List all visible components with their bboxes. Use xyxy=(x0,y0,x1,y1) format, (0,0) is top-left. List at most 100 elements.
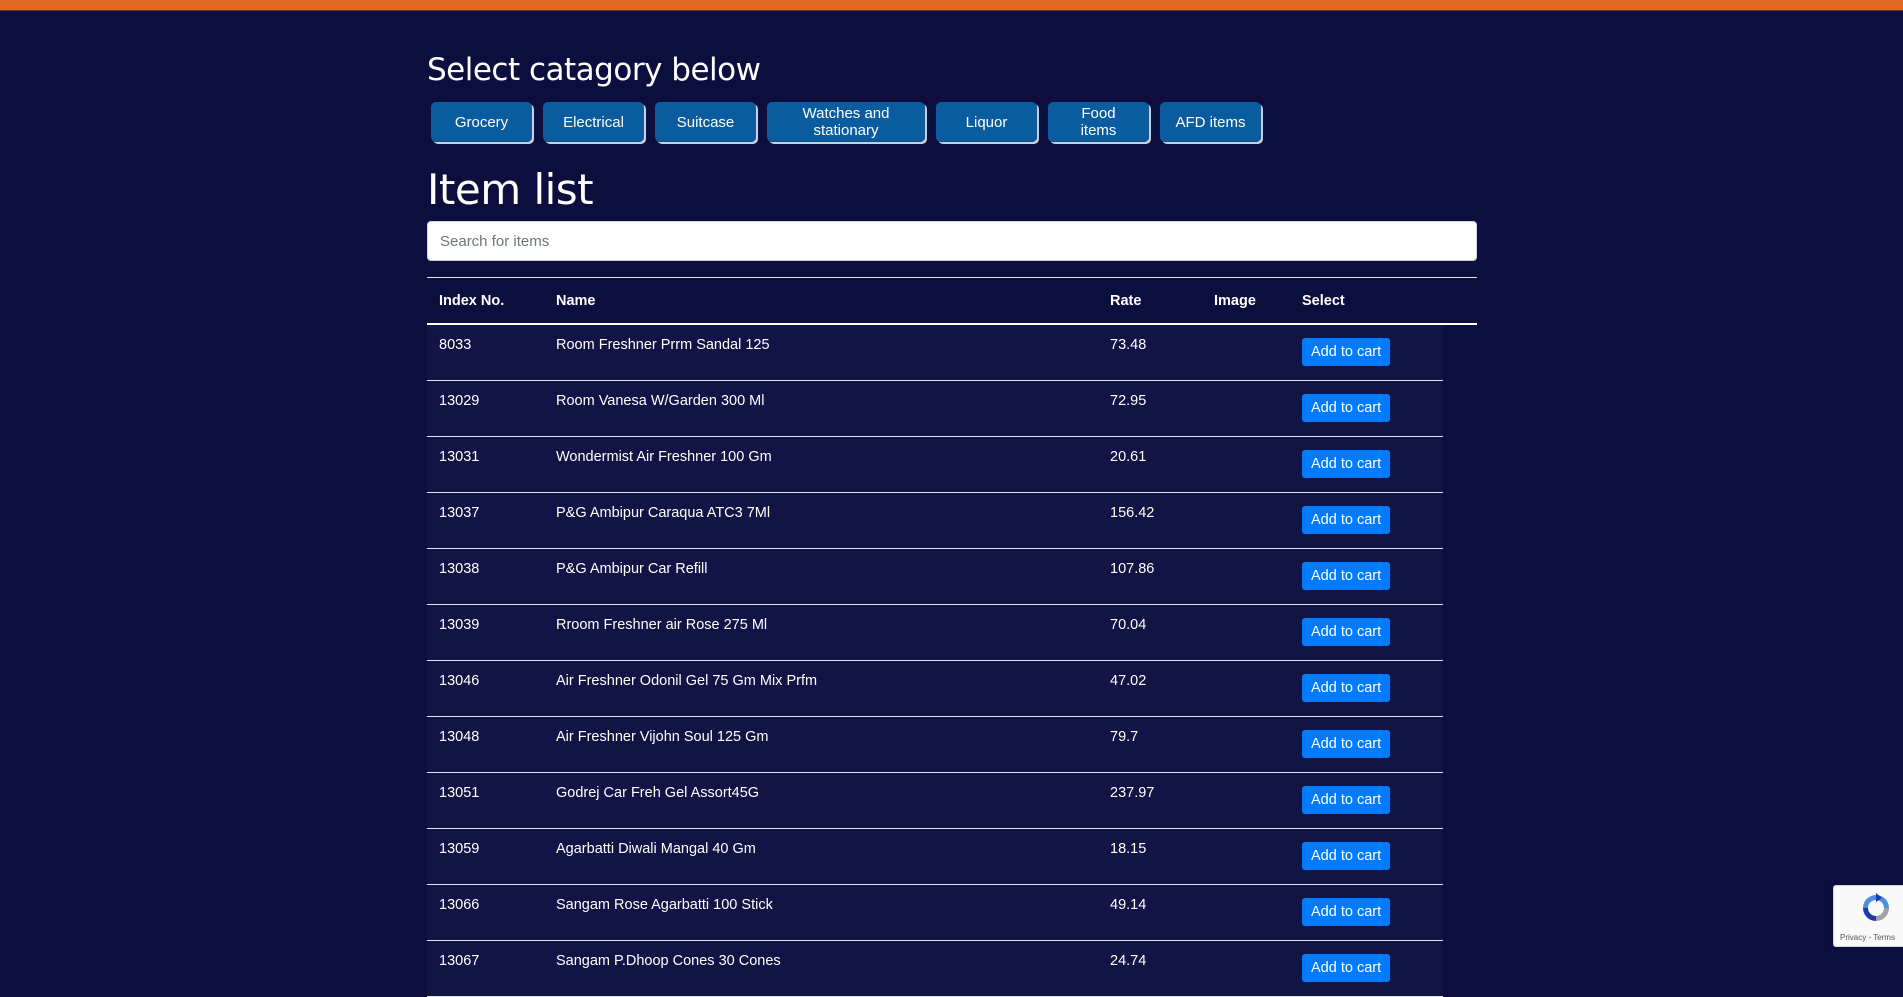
category-button-suitcase[interactable]: Suitcase xyxy=(655,102,756,142)
cell-select: Add to cart xyxy=(1290,548,1443,605)
recaptcha-privacy-terms[interactable]: Privacy - Terms xyxy=(1840,933,1895,942)
cell-spacer xyxy=(1443,940,1477,996)
cell-select: Add to cart xyxy=(1290,492,1443,549)
cell-rate: 20.61 xyxy=(1098,436,1202,493)
cell-image xyxy=(1202,828,1290,885)
category-button-food-items[interactable]: Food items xyxy=(1048,102,1149,142)
cell-rate: 47.02 xyxy=(1098,660,1202,717)
cell-name: P&G Ambipur Caraqua ATC3 7Ml xyxy=(544,492,1098,549)
cell-name: Rroom Freshner air Rose 275 Ml xyxy=(544,604,1098,661)
add-to-cart-button[interactable]: Add to cart xyxy=(1302,953,1391,982)
add-to-cart-button[interactable]: Add to cart xyxy=(1302,561,1391,590)
add-to-cart-button[interactable]: Add to cart xyxy=(1302,841,1391,870)
cell-spacer xyxy=(1443,380,1477,436)
add-to-cart-button[interactable]: Add to cart xyxy=(1302,393,1391,422)
cell-select: Add to cart xyxy=(1290,604,1443,661)
column-header-rate: Rate xyxy=(1098,277,1202,325)
add-to-cart-button[interactable]: Add to cart xyxy=(1302,673,1391,702)
cell-rate: 73.48 xyxy=(1098,324,1202,381)
table-row: 13066 Sangam Rose Agarbatti 100 Stick 49… xyxy=(427,884,1477,941)
item-table: Index No. Name Rate Image Select 8033 Ro… xyxy=(427,277,1477,997)
cell-index: 13038 xyxy=(427,548,544,605)
category-section-title: Select catagory below xyxy=(427,52,761,88)
category-button-row: Grocery Electrical Suitcase Watches and … xyxy=(431,102,1272,142)
cell-name: Room Vanesa W/Garden 300 Ml xyxy=(544,380,1098,437)
cell-index: 13039 xyxy=(427,604,544,661)
cell-rate: 70.04 xyxy=(1098,604,1202,661)
add-to-cart-button[interactable]: Add to cart xyxy=(1302,449,1391,478)
cell-index: 13059 xyxy=(427,828,544,885)
search-input[interactable] xyxy=(427,221,1477,261)
cell-index: 13031 xyxy=(427,436,544,493)
cell-spacer xyxy=(1443,492,1477,548)
table-row: 8033 Room Freshner Prrm Sandal 125 73.48… xyxy=(427,324,1477,381)
cell-name: Room Freshner Prrm Sandal 125 xyxy=(544,324,1098,381)
cell-select: Add to cart xyxy=(1290,884,1443,941)
table-row: 13067 Sangam P.Dhoop Cones 30 Cones 24.7… xyxy=(427,940,1477,997)
recaptcha-icon xyxy=(1863,893,1889,921)
cell-spacer xyxy=(1443,604,1477,660)
cell-image xyxy=(1202,436,1290,493)
cell-rate: 237.97 xyxy=(1098,772,1202,829)
cell-index: 13066 xyxy=(427,884,544,941)
item-table-wrapper: Index No. Name Rate Image Select 8033 Ro… xyxy=(427,277,1477,997)
cell-spacer xyxy=(1443,436,1477,492)
cell-rate: 24.74 xyxy=(1098,940,1202,997)
column-header-select: Select xyxy=(1290,277,1443,325)
cell-spacer xyxy=(1443,884,1477,940)
cell-name: Sangam P.Dhoop Cones 30 Cones xyxy=(544,940,1098,997)
recaptcha-badge[interactable]: Privacy - Terms xyxy=(1833,885,1903,947)
cell-name: Wondermist Air Freshner 100 Gm xyxy=(544,436,1098,493)
cell-image xyxy=(1202,324,1290,381)
add-to-cart-button[interactable]: Add to cart xyxy=(1302,897,1391,926)
cell-rate: 107.86 xyxy=(1098,548,1202,605)
cell-spacer xyxy=(1443,828,1477,884)
cell-spacer xyxy=(1443,772,1477,828)
category-button-liquor[interactable]: Liquor xyxy=(936,102,1037,142)
cell-index: 13067 xyxy=(427,940,544,997)
cell-image xyxy=(1202,660,1290,717)
cell-name: Air Freshner Odonil Gel 75 Gm Mix Prfm xyxy=(544,660,1098,717)
table-row: 13048 Air Freshner Vijohn Soul 125 Gm 79… xyxy=(427,716,1477,773)
cell-image xyxy=(1202,772,1290,829)
add-to-cart-button[interactable]: Add to cart xyxy=(1302,617,1391,646)
cell-spacer xyxy=(1443,660,1477,716)
cell-name: Godrej Car Freh Gel Assort45G xyxy=(544,772,1098,829)
cell-index: 13046 xyxy=(427,660,544,717)
cell-rate: 72.95 xyxy=(1098,380,1202,437)
table-header-row: Index No. Name Rate Image Select xyxy=(427,277,1477,325)
add-to-cart-button[interactable]: Add to cart xyxy=(1302,505,1391,534)
category-button-watches-and-stationary[interactable]: Watches and stationary xyxy=(767,102,925,142)
cell-name: P&G Ambipur Car Refill xyxy=(544,548,1098,605)
column-header-index: Index No. xyxy=(427,277,544,325)
cell-image xyxy=(1202,884,1290,941)
cell-index: 13037 xyxy=(427,492,544,549)
table-row: 13039 Rroom Freshner air Rose 275 Ml 70.… xyxy=(427,604,1477,661)
category-button-electrical[interactable]: Electrical xyxy=(543,102,644,142)
table-row: 13046 Air Freshner Odonil Gel 75 Gm Mix … xyxy=(427,660,1477,717)
cell-image xyxy=(1202,604,1290,661)
table-row: 13037 P&G Ambipur Caraqua ATC3 7Ml 156.4… xyxy=(427,492,1477,549)
cell-index: 13048 xyxy=(427,716,544,773)
cell-spacer xyxy=(1443,548,1477,604)
cell-index: 13029 xyxy=(427,380,544,437)
category-button-afd-items[interactable]: AFD items xyxy=(1160,102,1261,142)
table-row: 13059 Agarbatti Diwali Mangal 40 Gm 18.1… xyxy=(427,828,1477,885)
add-to-cart-button[interactable]: Add to cart xyxy=(1302,729,1391,758)
cell-spacer xyxy=(1443,716,1477,772)
cell-spacer xyxy=(1443,324,1477,380)
category-button-grocery[interactable]: Grocery xyxy=(431,102,532,142)
cell-name: Agarbatti Diwali Mangal 40 Gm xyxy=(544,828,1098,885)
add-to-cart-button[interactable]: Add to cart xyxy=(1302,785,1391,814)
cell-image xyxy=(1202,940,1290,997)
cell-image xyxy=(1202,716,1290,773)
cell-image xyxy=(1202,380,1290,437)
cell-select: Add to cart xyxy=(1290,324,1443,381)
add-to-cart-button[interactable]: Add to cart xyxy=(1302,338,1391,366)
table-row: 13031 Wondermist Air Freshner 100 Gm 20.… xyxy=(427,436,1477,493)
table-body: 8033 Room Freshner Prrm Sandal 125 73.48… xyxy=(427,324,1477,997)
cell-select: Add to cart xyxy=(1290,828,1443,885)
cell-select: Add to cart xyxy=(1290,940,1443,997)
cell-rate: 79.7 xyxy=(1098,716,1202,773)
column-header-spacer xyxy=(1443,277,1477,325)
